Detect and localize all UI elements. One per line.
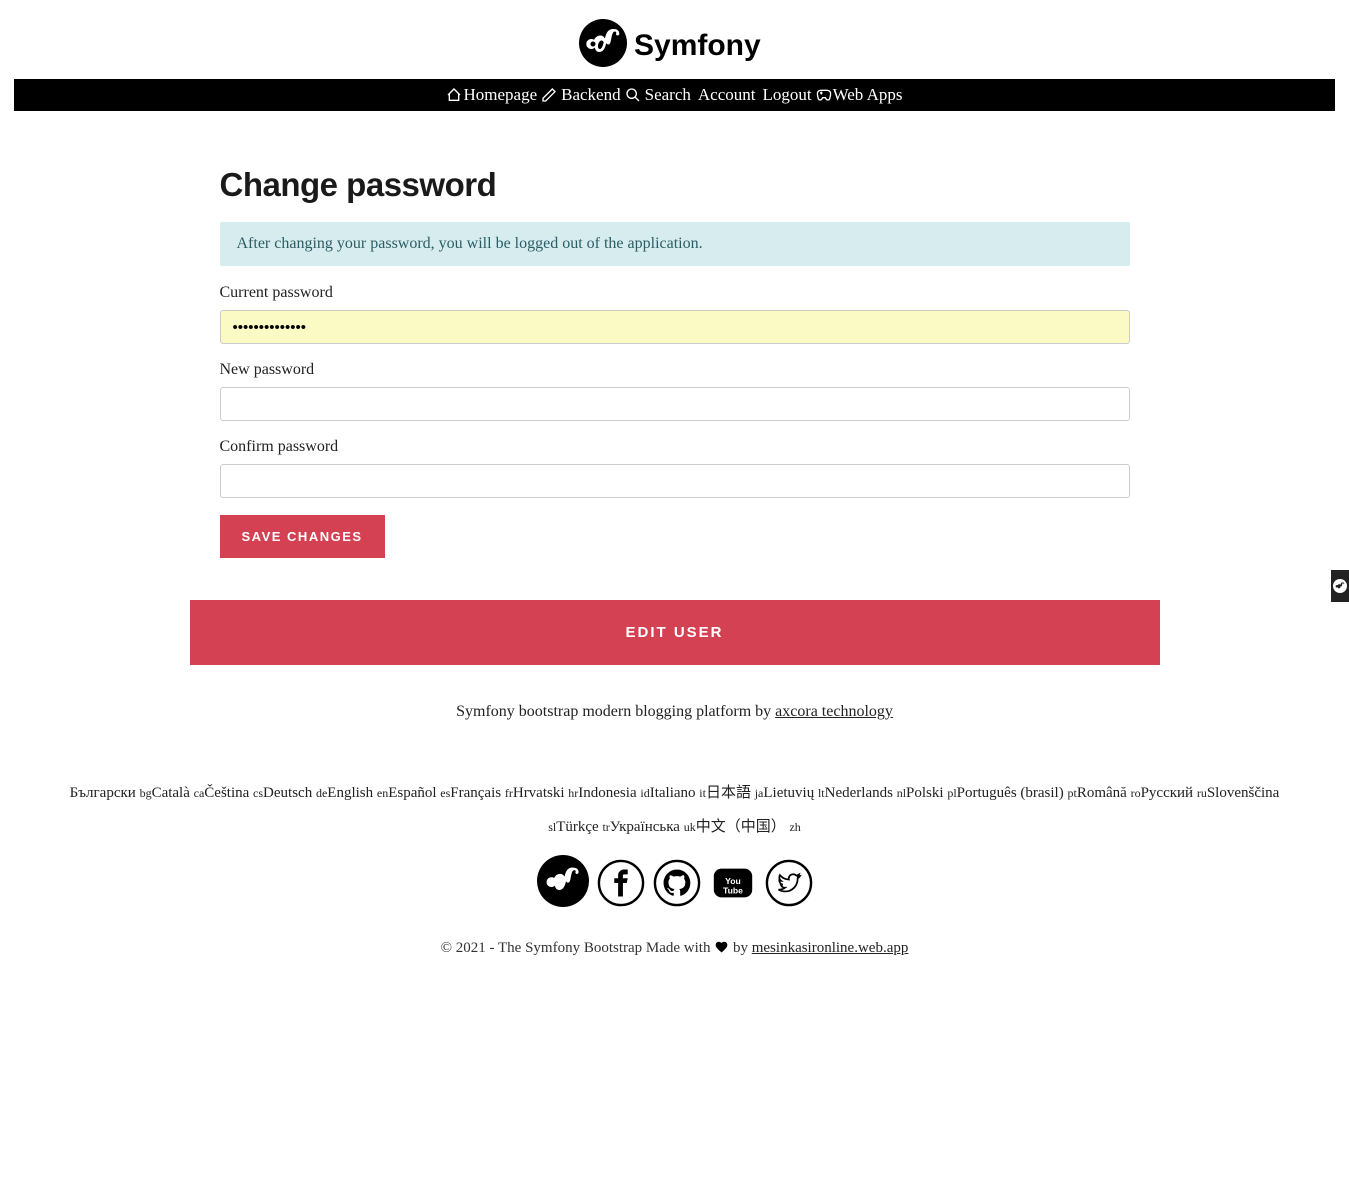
locale-link[interactable]: 日本語 ja bbox=[706, 785, 763, 801]
social-twitter[interactable] bbox=[765, 859, 813, 912]
new-password-label: New password bbox=[220, 361, 1130, 379]
symfony-logo[interactable]: Symfony bbox=[578, 18, 772, 68]
brand-text: Symfony bbox=[634, 29, 761, 62]
nav-backend[interactable]: Backend bbox=[539, 83, 622, 107]
svg-text:Tube: Tube bbox=[723, 886, 743, 896]
locale-link[interactable]: Lietuvių lt bbox=[763, 785, 824, 801]
info-alert: After changing your password, you will b… bbox=[220, 222, 1130, 266]
nav-webapps[interactable]: Web Apps bbox=[814, 83, 905, 107]
gamepad-icon bbox=[816, 87, 832, 103]
locale-code: lt bbox=[818, 786, 825, 800]
copyright-text: © 2021 - The Symfony Bootstrap Made with bbox=[441, 940, 715, 956]
page-title: Change password bbox=[220, 166, 1130, 204]
nav-account[interactable]: Account bbox=[693, 83, 758, 107]
copyright-mid: by bbox=[733, 940, 752, 956]
locale-code: sl bbox=[548, 820, 556, 834]
copyright-link[interactable]: mesinkasironline.web.app bbox=[752, 940, 909, 956]
social-github[interactable] bbox=[653, 859, 701, 912]
locale-link[interactable]: Română ro bbox=[1077, 785, 1141, 801]
locale-link[interactable]: 中文（中国） zh bbox=[696, 819, 801, 835]
locale-code: hr bbox=[568, 786, 578, 800]
locale-link[interactable]: Indonesia id bbox=[578, 785, 649, 801]
footer-tagline: Symfony bootstrap modern blogging platfo… bbox=[14, 703, 1335, 721]
locale-link[interactable]: Polski pl bbox=[906, 785, 957, 801]
copyright: © 2021 - The Symfony Bootstrap Made with… bbox=[14, 940, 1335, 999]
edit-user-button[interactable]: EDIT USER bbox=[190, 600, 1160, 665]
locale-link[interactable]: Português (brasil) pt bbox=[957, 785, 1077, 801]
nav-label: Account bbox=[698, 85, 756, 105]
pencil-icon bbox=[541, 87, 557, 103]
nav-logout[interactable]: Logout bbox=[757, 83, 813, 107]
locale-link[interactable]: English en bbox=[327, 785, 388, 801]
locale-link[interactable]: Deutsch de bbox=[263, 785, 327, 801]
locale-link[interactable]: Català ca bbox=[152, 785, 205, 801]
locale-link[interactable]: Italiano it bbox=[650, 785, 706, 801]
locale-code: ca bbox=[194, 786, 205, 800]
social-youtube[interactable]: YouTube bbox=[709, 859, 757, 912]
tagline-text: Symfony bootstrap modern blogging platfo… bbox=[456, 703, 775, 720]
locale-code: uk bbox=[684, 820, 696, 834]
youtube-icon: YouTube bbox=[709, 859, 757, 907]
nav-label: Search bbox=[645, 85, 691, 105]
home-icon bbox=[446, 87, 462, 103]
locale-code: id bbox=[640, 786, 649, 800]
locale-link[interactable]: Nederlands nl bbox=[825, 785, 906, 801]
change-password-form: Current password New password Confirm pa… bbox=[220, 284, 1130, 558]
current-password-label: Current password bbox=[220, 284, 1130, 302]
nav-search[interactable]: Search bbox=[623, 83, 693, 107]
facebook-icon bbox=[597, 859, 645, 907]
search-icon bbox=[625, 87, 641, 103]
heart-icon bbox=[714, 940, 729, 959]
locale-code: bg bbox=[140, 786, 152, 800]
nav-homepage[interactable]: Homepage bbox=[444, 83, 539, 107]
symfony-icon bbox=[537, 855, 589, 907]
locale-link[interactable]: Čeština cs bbox=[204, 785, 263, 801]
locale-link[interactable]: Türkçe tr bbox=[556, 819, 610, 835]
nav-label: Backend bbox=[561, 85, 620, 105]
locale-code: es bbox=[440, 786, 450, 800]
locale-code: ru bbox=[1197, 786, 1207, 800]
locale-link[interactable]: Hrvatski hr bbox=[513, 785, 578, 801]
locale-code: pt bbox=[1067, 786, 1076, 800]
twitter-icon bbox=[765, 859, 813, 907]
locale-link[interactable]: Русский ru bbox=[1141, 785, 1207, 801]
save-changes-button[interactable]: SAVE CHANGES bbox=[220, 515, 385, 558]
brand-logo-area: Symfony bbox=[14, 14, 1335, 79]
nav-label: Web Apps bbox=[833, 85, 903, 105]
locale-code: zh bbox=[789, 820, 800, 834]
confirm-password-label: Confirm password bbox=[220, 438, 1130, 456]
locale-link[interactable]: Español es bbox=[388, 785, 450, 801]
current-password-input[interactable] bbox=[220, 310, 1130, 344]
social-symfony[interactable] bbox=[537, 855, 589, 912]
locale-link[interactable]: Français fr bbox=[450, 785, 513, 801]
locale-link[interactable]: Български bg bbox=[70, 785, 152, 801]
new-password-input[interactable] bbox=[220, 387, 1130, 421]
locale-code: tr bbox=[602, 820, 609, 834]
confirm-password-input[interactable] bbox=[220, 464, 1130, 498]
locale-code: it bbox=[699, 786, 706, 800]
symfony-icon bbox=[1333, 579, 1347, 593]
locale-link[interactable]: Українська uk bbox=[610, 819, 696, 835]
locale-switcher: Български bgCatalà caČeština csDeutsch d… bbox=[14, 776, 1335, 843]
main-nav: Homepage Backend Search Account Logout W… bbox=[14, 79, 1335, 111]
nav-label: Homepage bbox=[463, 85, 537, 105]
locale-code: en bbox=[377, 786, 388, 800]
github-icon bbox=[653, 859, 701, 907]
symfony-toolbar-toggle[interactable] bbox=[1331, 570, 1349, 602]
locale-code: fr bbox=[505, 786, 513, 800]
locale-code: cs bbox=[253, 786, 263, 800]
locale-code: de bbox=[316, 786, 327, 800]
social-links: YouTube bbox=[14, 851, 1335, 940]
svg-text:You: You bbox=[725, 876, 741, 886]
locale-code: pl bbox=[947, 786, 956, 800]
nav-label: Logout bbox=[762, 85, 811, 105]
locale-code: nl bbox=[897, 786, 906, 800]
locale-code: ro bbox=[1131, 786, 1141, 800]
social-facebook[interactable] bbox=[597, 859, 645, 912]
tagline-link[interactable]: axcora technology bbox=[775, 703, 893, 720]
